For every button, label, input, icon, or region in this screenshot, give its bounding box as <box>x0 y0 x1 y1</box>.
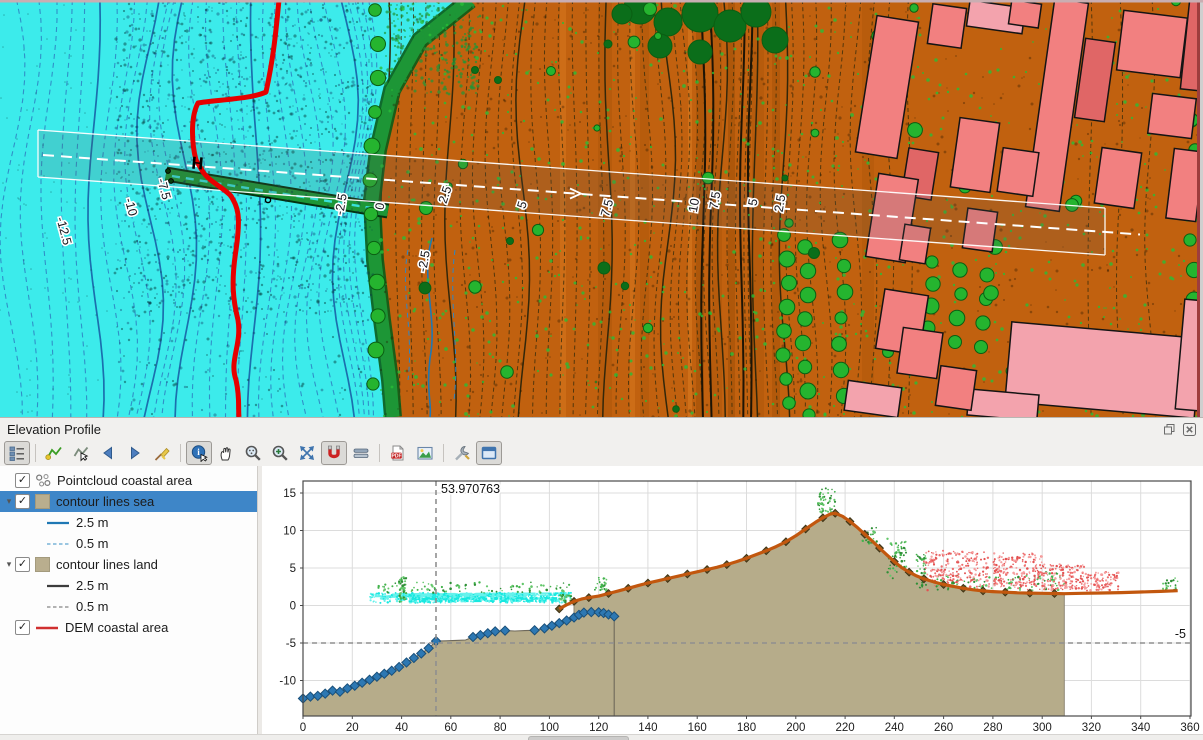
layer-label: 0.5 m <box>76 599 109 614</box>
pointcloud-swatch <box>35 473 51 488</box>
magnifier-extent-icon <box>244 444 262 462</box>
fill-tan-swatch <box>35 557 50 572</box>
layer-label: 2.5 m <box>76 515 109 530</box>
line-solid-dark-swatch <box>46 581 70 591</box>
layer-tree-item-pointcloud-coastal-area[interactable]: ✓ Pointcloud coastal area <box>0 470 257 491</box>
profile-toolbar: i PDF <box>0 439 1203 466</box>
expander-icon[interactable]: ▾ <box>3 496 15 507</box>
line-dash-blue-swatch <box>46 539 70 549</box>
nudge-right-button[interactable] <box>122 441 148 465</box>
map-svg[interactable]: -12.5-10-7.5-2.5-2.502.557.5107.552.5 <box>0 0 1203 417</box>
pdf-icon: PDF <box>389 444 407 462</box>
layer-tree-item-dem-coastal-area[interactable]: ✓ DEM coastal area <box>0 617 257 638</box>
hand-icon <box>217 444 235 462</box>
capture-curve-button[interactable] <box>41 441 67 465</box>
identify-icon: i <box>190 444 208 462</box>
measure-icon <box>352 444 370 462</box>
capture-curve-from-feature-icon <box>72 444 90 462</box>
svg-text:PDF: PDF <box>392 453 402 459</box>
image-icon <box>416 444 434 462</box>
layer-visibility-checkbox[interactable]: ✓ <box>15 473 30 488</box>
crosshair-y-label: -5 <box>1175 627 1186 641</box>
panel-header: Elevation Profile <box>0 418 1203 439</box>
panel-title: Elevation Profile <box>7 422 1157 437</box>
export-as-pdf-button[interactable]: PDF <box>385 441 411 465</box>
dock-button[interactable] <box>476 441 502 465</box>
close-panel-button[interactable] <box>1181 422 1197 436</box>
line-dash-gray-swatch <box>46 602 70 612</box>
measure-distances-button[interactable] <box>348 441 374 465</box>
nudge-left-icon <box>99 444 117 462</box>
float-icon <box>1163 423 1176 436</box>
layer-visibility-checkbox[interactable]: ✓ <box>15 557 30 572</box>
dock-icon <box>480 444 498 462</box>
toolbar-separator <box>180 444 181 462</box>
layer-tree-item-contour-lines-sea[interactable]: ▾✓ contour lines sea <box>0 491 257 512</box>
layer-label: 0.5 m <box>76 536 109 551</box>
line-solid-red-swatch <box>35 623 59 633</box>
layer-tree-item-2-5-m[interactable]: 2.5 m <box>0 575 257 596</box>
toolbar-separator <box>379 444 380 462</box>
toolbar-separator <box>443 444 444 462</box>
options-button[interactable] <box>449 441 475 465</box>
scrollbar-thumb[interactable] <box>528 736 629 740</box>
broom-icon <box>153 444 171 462</box>
svg-text:7.5: 7.5 <box>707 190 724 210</box>
profile-chart-pane[interactable]: 53.970763-502040608010012014016018020022… <box>262 466 1203 736</box>
identify-features-button[interactable]: i <box>186 441 212 465</box>
layer-label: Pointcloud coastal area <box>57 473 192 488</box>
fill-tan-swatch <box>35 494 50 509</box>
svg-text:2.5: 2.5 <box>772 193 789 213</box>
clear-button[interactable] <box>149 441 175 465</box>
qgis-window: -12.5-10-7.5-2.5-2.502.557.5107.552.5 El… <box>0 0 1203 740</box>
layer-tree-item-contour-lines-land[interactable]: ▾✓ contour lines land <box>0 554 257 575</box>
toolbar-separator <box>35 444 36 462</box>
layer-visibility-checkbox[interactable]: ✓ <box>15 494 30 509</box>
zoom-full-extent-button[interactable] <box>294 441 320 465</box>
zoom-full-button[interactable] <box>240 441 266 465</box>
expander-icon[interactable]: ▾ <box>3 559 15 570</box>
expand-arrows-icon <box>298 444 316 462</box>
layer-label: DEM coastal area <box>65 620 168 635</box>
layer-tree-icon <box>8 444 26 462</box>
export-as-image-button[interactable] <box>412 441 438 465</box>
layer-label: contour lines land <box>56 557 158 572</box>
enable-snapping-button[interactable] <box>321 441 347 465</box>
horizontal-scrollbar[interactable] <box>0 734 1203 740</box>
float-panel-button[interactable] <box>1161 422 1177 436</box>
magnifier-plus-icon <box>271 444 289 462</box>
nudge-right-icon <box>126 444 144 462</box>
nudge-left-button[interactable] <box>95 441 121 465</box>
svg-text:10: 10 <box>686 197 702 213</box>
layer-label: 2.5 m <box>76 578 109 593</box>
layer-visibility-checkbox[interactable]: ✓ <box>15 620 30 635</box>
close-icon <box>1183 423 1196 436</box>
capture-curve-from-feature-button[interactable] <box>68 441 94 465</box>
wrench-icon <box>453 444 471 462</box>
layer-tree: ✓Pointcloud coastal area▾✓contour lines … <box>0 466 257 736</box>
show-layer-tree-button[interactable] <box>4 441 30 465</box>
elevation-profile-panel: Elevation Profile i PDF ✓ Pointcloud coast… <box>0 417 1203 740</box>
zoom-in-button[interactable] <box>267 441 293 465</box>
line-solid-blue-swatch <box>46 518 70 528</box>
crosshair-x-label: 53.970763 <box>441 482 500 496</box>
layer-tree-item-0-5-m[interactable]: 0.5 m <box>0 533 257 554</box>
pan-button[interactable] <box>213 441 239 465</box>
profile-chart[interactable]: 53.970763-502040608010012014016018020022… <box>262 466 1203 736</box>
layer-tree-item-2-5-m[interactable]: 2.5 m <box>0 512 257 533</box>
map-canvas[interactable]: -12.5-10-7.5-2.5-2.502.557.5107.552.5 <box>0 0 1203 417</box>
magnet-icon <box>325 444 343 462</box>
panel-content: ✓Pointcloud coastal area▾✓contour lines … <box>0 466 1203 736</box>
layer-label: contour lines sea <box>56 494 154 509</box>
layer-tree-item-0-5-m[interactable]: 0.5 m <box>0 596 257 617</box>
capture-curve-icon <box>45 444 63 462</box>
